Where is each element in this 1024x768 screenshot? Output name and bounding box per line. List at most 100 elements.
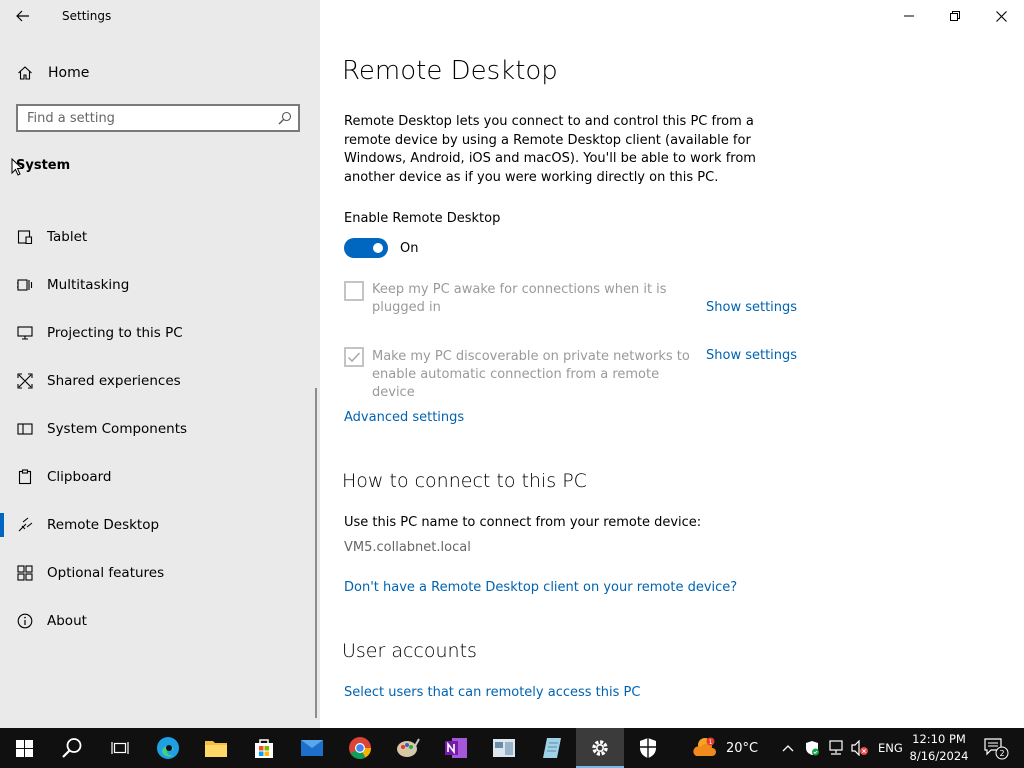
notification-count: 2 bbox=[999, 749, 1004, 758]
security-icon bbox=[640, 738, 656, 758]
sidebar-item-label: Remote Desktop bbox=[47, 517, 160, 533]
enable-remote-desktop-toggle[interactable] bbox=[344, 238, 388, 258]
taskbar-store[interactable] bbox=[240, 728, 288, 768]
projecting-icon bbox=[16, 324, 34, 342]
app-title: Settings bbox=[62, 9, 112, 23]
how-to-connect-heading: How to connect to this PC bbox=[342, 470, 587, 492]
mail-icon bbox=[301, 740, 323, 756]
clock-time: 12:10 PM bbox=[912, 732, 966, 746]
get-client-link[interactable]: Don't have a Remote Desktop client on yo… bbox=[344, 580, 737, 595]
home-label: Home bbox=[48, 65, 90, 81]
volume-muted-icon bbox=[851, 740, 868, 756]
keep-awake-checkbox[interactable] bbox=[344, 281, 364, 301]
sidebar-item-label: Optional features bbox=[47, 565, 165, 581]
taskbar-mail[interactable] bbox=[288, 728, 336, 768]
notifications-icon: 2 bbox=[984, 738, 1009, 760]
sidebar-item-label: System Components bbox=[47, 421, 188, 437]
restore-button[interactable] bbox=[932, 0, 978, 32]
sidebar-item-multitasking[interactable]: Multitasking bbox=[0, 261, 320, 309]
enable-remote-desktop-label: Enable Remote Desktop bbox=[344, 211, 501, 226]
sidebar-item-projecting[interactable]: Projecting to this PC bbox=[0, 309, 320, 357]
discoverable-label: Make my PC discoverable on private netwo… bbox=[372, 349, 690, 400]
sidebar-item-remote-desktop[interactable]: Remote Desktop bbox=[0, 501, 320, 549]
advanced-settings-link[interactable]: Advanced settings bbox=[344, 410, 464, 425]
minimize-icon bbox=[904, 15, 914, 17]
remote-app-icon bbox=[493, 739, 515, 757]
shield-check-icon bbox=[806, 741, 819, 756]
toggle-knob bbox=[373, 243, 383, 253]
chrome-icon bbox=[349, 737, 371, 759]
page-title: Remote Desktop bbox=[342, 56, 558, 86]
mouse-cursor-icon bbox=[11, 158, 23, 176]
taskbar-security[interactable] bbox=[624, 728, 672, 768]
search-box[interactable] bbox=[16, 104, 300, 132]
tablet-icon bbox=[16, 228, 34, 246]
optional-features-icon bbox=[16, 564, 34, 582]
notepad-icon bbox=[543, 738, 561, 758]
weather-widget[interactable]: 1 20°C bbox=[692, 728, 758, 768]
select-users-link[interactable]: Select users that can remotely access th… bbox=[344, 685, 640, 700]
user-accounts-heading: User accounts bbox=[342, 640, 477, 662]
weather-icon: 1 bbox=[693, 737, 716, 756]
network-icon bbox=[829, 740, 843, 755]
system-components-icon bbox=[16, 420, 34, 438]
sidebar-item-optional-features[interactable]: Optional features bbox=[0, 549, 320, 597]
system-tray: ENG bbox=[776, 728, 903, 768]
taskbar-onenote[interactable] bbox=[432, 728, 480, 768]
taskbar-notepad[interactable] bbox=[528, 728, 576, 768]
taskbar-paint[interactable] bbox=[384, 728, 432, 768]
paint-icon bbox=[397, 738, 420, 757]
sidebar-item-label: About bbox=[47, 613, 87, 629]
keep-awake-show-settings-link[interactable]: Show settings bbox=[706, 300, 797, 315]
taskbar-edge[interactable] bbox=[144, 728, 192, 768]
language-indicator[interactable]: ENG bbox=[878, 741, 903, 755]
chevron-up-icon bbox=[782, 745, 794, 752]
titlebar: Settings bbox=[0, 0, 320, 32]
tray-network[interactable] bbox=[824, 728, 848, 768]
search-icon bbox=[62, 738, 82, 758]
sidebar-item-tablet[interactable]: Tablet bbox=[0, 213, 320, 261]
checkmark-icon bbox=[347, 352, 361, 363]
edge-icon bbox=[157, 737, 179, 759]
action-center-button[interactable]: 2 bbox=[978, 728, 1014, 768]
show-hidden-icons-button[interactable] bbox=[776, 728, 800, 768]
sidebar-item-shared-experiences[interactable]: Shared experiences bbox=[0, 357, 320, 405]
minimize-button[interactable] bbox=[886, 0, 932, 32]
sidebar-item-system-components[interactable]: System Components bbox=[0, 405, 320, 453]
multitasking-icon bbox=[16, 276, 34, 294]
sidebar-scrollbar[interactable] bbox=[315, 388, 317, 718]
shared-experiences-icon bbox=[16, 372, 34, 390]
discoverable-show-settings-link[interactable]: Show settings bbox=[706, 348, 797, 363]
remote-desktop-icon bbox=[16, 516, 34, 534]
nav-home[interactable]: Home bbox=[0, 58, 320, 88]
info-icon bbox=[16, 612, 34, 630]
search-input[interactable] bbox=[27, 109, 267, 127]
taskbar-file-explorer[interactable] bbox=[192, 728, 240, 768]
taskbar-search-button[interactable] bbox=[48, 728, 96, 768]
close-icon bbox=[995, 10, 1007, 22]
back-button[interactable] bbox=[12, 6, 34, 26]
weather-badge: 1 bbox=[709, 739, 713, 746]
taskbar-chrome[interactable] bbox=[336, 728, 384, 768]
task-view-icon bbox=[111, 742, 129, 754]
back-arrow-icon bbox=[16, 10, 29, 22]
taskbar-settings[interactable] bbox=[576, 728, 624, 768]
temperature: 20°C bbox=[726, 740, 759, 756]
search-icon[interactable] bbox=[278, 111, 292, 125]
sidebar-item-about[interactable]: About bbox=[0, 597, 320, 645]
sidebar: Settings Home System Tablet Multitasking… bbox=[0, 0, 320, 728]
task-view-button[interactable] bbox=[96, 728, 144, 768]
start-button[interactable] bbox=[0, 728, 48, 768]
main-content: Remote Desktop Remote Desktop lets you c… bbox=[320, 0, 1024, 728]
close-button[interactable] bbox=[978, 0, 1024, 32]
clock[interactable]: 12:10 PM 8/16/2024 bbox=[908, 731, 970, 765]
taskbar-remote-app[interactable] bbox=[480, 728, 528, 768]
nav-list: Tablet Multitasking Projecting to this P… bbox=[0, 213, 320, 645]
tray-security[interactable] bbox=[800, 728, 824, 768]
discoverable-checkbox[interactable] bbox=[344, 347, 364, 367]
sidebar-item-clipboard[interactable]: Clipboard bbox=[0, 453, 320, 501]
section-title: System bbox=[16, 158, 71, 173]
tray-volume[interactable] bbox=[848, 728, 872, 768]
toggle-state-label: On bbox=[400, 241, 419, 256]
sidebar-item-label: Projecting to this PC bbox=[47, 325, 183, 341]
